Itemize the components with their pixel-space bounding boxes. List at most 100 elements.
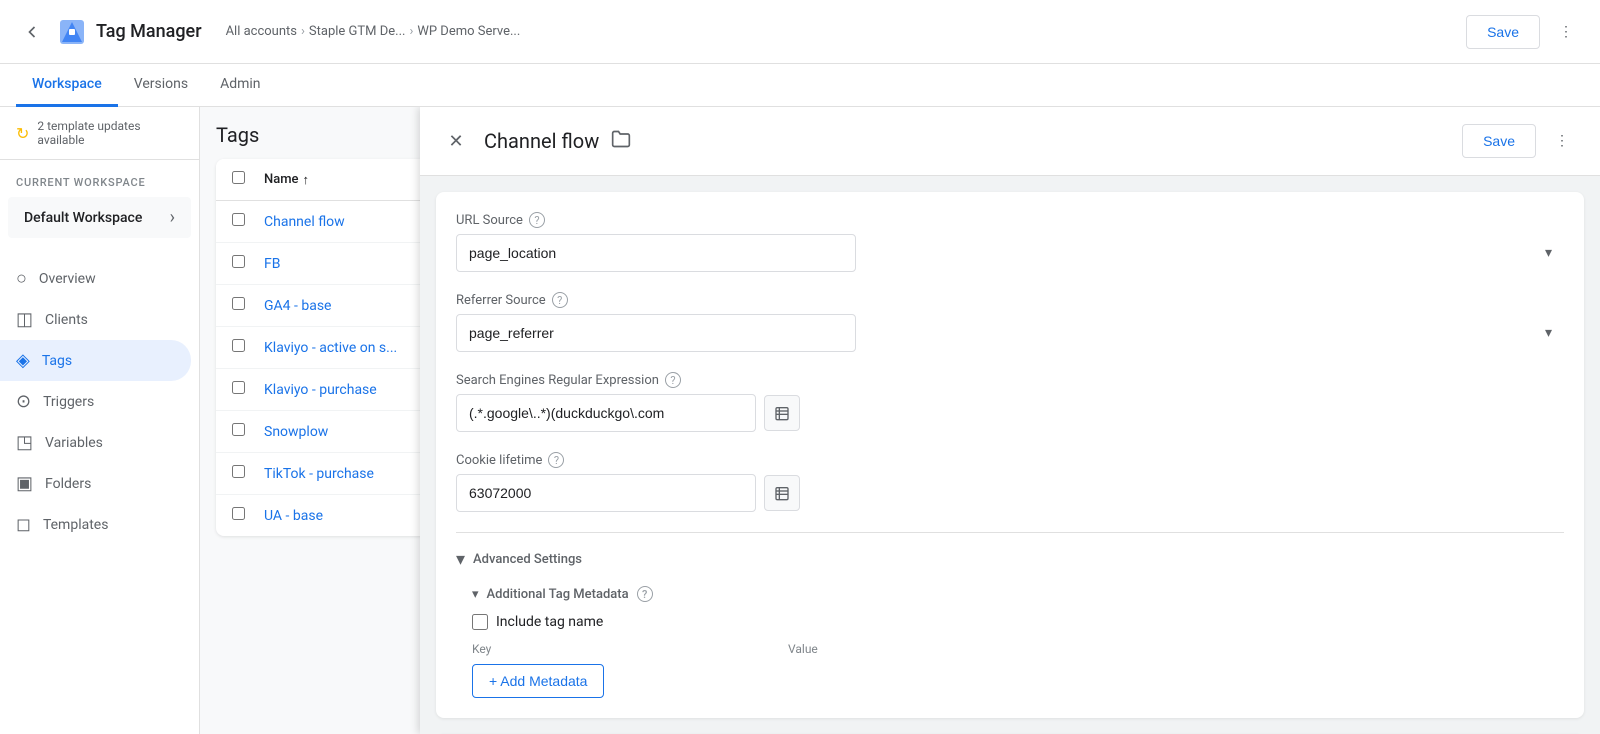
referrer-source-help-icon[interactable]: ? xyxy=(552,292,568,308)
back-button[interactable] xyxy=(16,16,48,48)
row-checkbox[interactable] xyxy=(232,297,245,310)
url-source-select[interactable]: page_location xyxy=(456,234,856,272)
row-checkbox[interactable] xyxy=(232,213,245,226)
advanced-settings-toggle[interactable]: ▾ Advanced Settings xyxy=(456,549,1564,570)
kv-header: Key Value xyxy=(472,642,1564,656)
tag-link[interactable]: GA4 - base xyxy=(264,298,331,314)
clients-icon: ◫ xyxy=(16,309,33,330)
workspace-arrow-icon: › xyxy=(170,207,175,228)
sort-icon[interactable]: ↑ xyxy=(303,172,310,188)
search-engines-picker-icon[interactable] xyxy=(764,395,800,431)
tag-link[interactable]: UA - base xyxy=(264,508,323,524)
tag-link[interactable]: Klaviyo - active on s... xyxy=(264,340,397,356)
url-source-select-wrapper: page_location ▾ xyxy=(456,234,1564,272)
cookie-lifetime-help-icon[interactable]: ? xyxy=(548,452,564,468)
topbar-right: Save ⋮ xyxy=(1466,14,1584,50)
url-source-group: URL Source ? page_location ▾ xyxy=(456,212,1564,272)
additional-metadata-toggle[interactable]: ▾ Additional Tag Metadata ? xyxy=(472,586,1564,602)
sidebar-item-label-templates: Templates xyxy=(43,517,109,533)
select-all-checkbox[interactable] xyxy=(232,171,264,188)
search-engines-input[interactable] xyxy=(456,394,756,432)
advanced-chevron-icon: ▾ xyxy=(456,549,465,570)
cookie-lifetime-group: Cookie lifetime ? 63072000 xyxy=(456,452,1564,512)
tag-link[interactable]: Channel flow xyxy=(264,214,345,230)
topbar: Tag Manager All accounts › Staple GTM De… xyxy=(0,0,1600,64)
referrer-source-group: Referrer Source ? page_referrer ▾ xyxy=(456,292,1564,352)
breadcrumb-page: WP Demo Serve... xyxy=(417,24,520,39)
tab-admin[interactable]: Admin xyxy=(204,64,276,107)
tab-workspace[interactable]: Workspace xyxy=(16,64,118,107)
main-content: ↻ 2 template updates available CURRENT W… xyxy=(0,107,1600,734)
sidebar-item-label-variables: Variables xyxy=(45,435,103,451)
tag-link[interactable]: Klaviyo - purchase xyxy=(264,382,377,398)
sidebar-item-triggers[interactable]: ⊙ Triggers xyxy=(0,381,191,422)
sidebar-section-label: CURRENT WORKSPACE xyxy=(0,168,199,193)
topbar-save-button[interactable]: Save xyxy=(1466,15,1540,49)
workspace-name: Default Workspace xyxy=(24,210,142,226)
sidebar-update-text: 2 template updates available xyxy=(37,119,183,147)
row-checkbox[interactable] xyxy=(232,255,245,268)
panel-save-button[interactable]: Save xyxy=(1462,124,1536,158)
search-engines-help-icon[interactable]: ? xyxy=(665,372,681,388)
value-column-label: Value xyxy=(788,642,1564,656)
templates-icon: ◻ xyxy=(16,514,31,535)
search-engines-input-wrapper xyxy=(456,394,1564,432)
panel-title: Channel flow xyxy=(484,129,599,153)
row-checkbox[interactable] xyxy=(232,465,245,478)
cookie-lifetime-input-wrapper: 63072000 xyxy=(456,474,1564,512)
tab-versions[interactable]: Versions xyxy=(118,64,204,107)
sidebar-item-tags[interactable]: ◈ Tags xyxy=(0,340,191,381)
key-column-label: Key xyxy=(472,642,772,656)
tag-link[interactable]: FB xyxy=(264,256,280,272)
include-tag-name-checkbox[interactable] xyxy=(472,614,488,630)
panel-close-button[interactable]: ✕ xyxy=(440,125,472,157)
tag-link[interactable]: TikTok - purchase xyxy=(264,466,374,482)
additional-metadata-help-icon[interactable]: ? xyxy=(637,586,653,602)
additional-metadata-label: Additional Tag Metadata xyxy=(487,587,629,602)
row-checkbox[interactable] xyxy=(232,507,245,520)
panel-body: URL Source ? page_location ▾ xyxy=(420,176,1600,734)
cookie-lifetime-picker-icon[interactable] xyxy=(764,475,800,511)
sidebar-workspace-selector[interactable]: Default Workspace › xyxy=(8,197,191,238)
tag-link[interactable]: Snowplow xyxy=(264,424,328,440)
breadcrumb: All accounts › Staple GTM De... › WP Dem… xyxy=(226,24,521,39)
add-metadata-button[interactable]: + Add Metadata xyxy=(472,664,604,698)
nav-tabs: Workspace Versions Admin xyxy=(0,64,1600,107)
panel-header: ✕ Channel flow Save ⋮ xyxy=(420,107,1600,176)
name-column-header: Name ↑ xyxy=(264,172,309,188)
sidebar-item-label-triggers: Triggers xyxy=(43,394,94,410)
settings-card: URL Source ? page_location ▾ xyxy=(436,192,1584,718)
sidebar-item-clients[interactable]: ◫ Clients xyxy=(0,299,191,340)
select-all-input[interactable] xyxy=(232,171,245,184)
referrer-source-select[interactable]: page_referrer xyxy=(456,314,856,352)
app-logo xyxy=(56,16,88,48)
sidebar-item-templates[interactable]: ◻ Templates xyxy=(0,504,191,545)
referrer-source-label: Referrer Source ? xyxy=(456,292,1564,308)
sidebar-item-overview[interactable]: ○ Overview xyxy=(0,258,191,299)
breadcrumb-part2: Staple GTM De... xyxy=(309,24,406,39)
panel-header-right: Save ⋮ xyxy=(1462,123,1580,159)
row-checkbox[interactable] xyxy=(232,423,245,436)
topbar-more-button[interactable]: ⋮ xyxy=(1548,14,1584,50)
url-source-help-icon[interactable]: ? xyxy=(529,212,545,228)
url-source-label: URL Source ? xyxy=(456,212,1564,228)
triggers-icon: ⊙ xyxy=(16,391,31,412)
panel-more-button[interactable]: ⋮ xyxy=(1544,123,1580,159)
cookie-lifetime-input[interactable]: 63072000 xyxy=(456,474,756,512)
referrer-source-select-wrapper: page_referrer ▾ xyxy=(456,314,1564,352)
sidebar-item-variables[interactable]: ◳ Variables xyxy=(0,422,191,463)
sidebar-update-banner[interactable]: ↻ 2 template updates available xyxy=(0,107,199,160)
row-checkbox[interactable] xyxy=(232,381,245,394)
include-tag-name-row: Include tag name xyxy=(472,614,1564,630)
sidebar-item-folders[interactable]: ▣ Folders xyxy=(0,463,191,504)
app-name: Tag Manager xyxy=(96,21,202,42)
row-checkbox[interactable] xyxy=(232,339,245,352)
variables-icon: ◳ xyxy=(16,432,33,453)
panel-container: ✕ Channel flow Save ⋮ xyxy=(420,107,1600,734)
sidebar-nav-section: ○ Overview ◫ Clients ◈ Tags ⊙ Triggers ◳… xyxy=(0,250,199,553)
search-engines-label: Search Engines Regular Expression ? xyxy=(456,372,1564,388)
panel-folder-icon[interactable] xyxy=(611,129,631,154)
sidebar-item-label-folders: Folders xyxy=(45,476,91,492)
search-engines-group: Search Engines Regular Expression ? xyxy=(456,372,1564,432)
sidebar-item-label-tags: Tags xyxy=(42,353,72,369)
